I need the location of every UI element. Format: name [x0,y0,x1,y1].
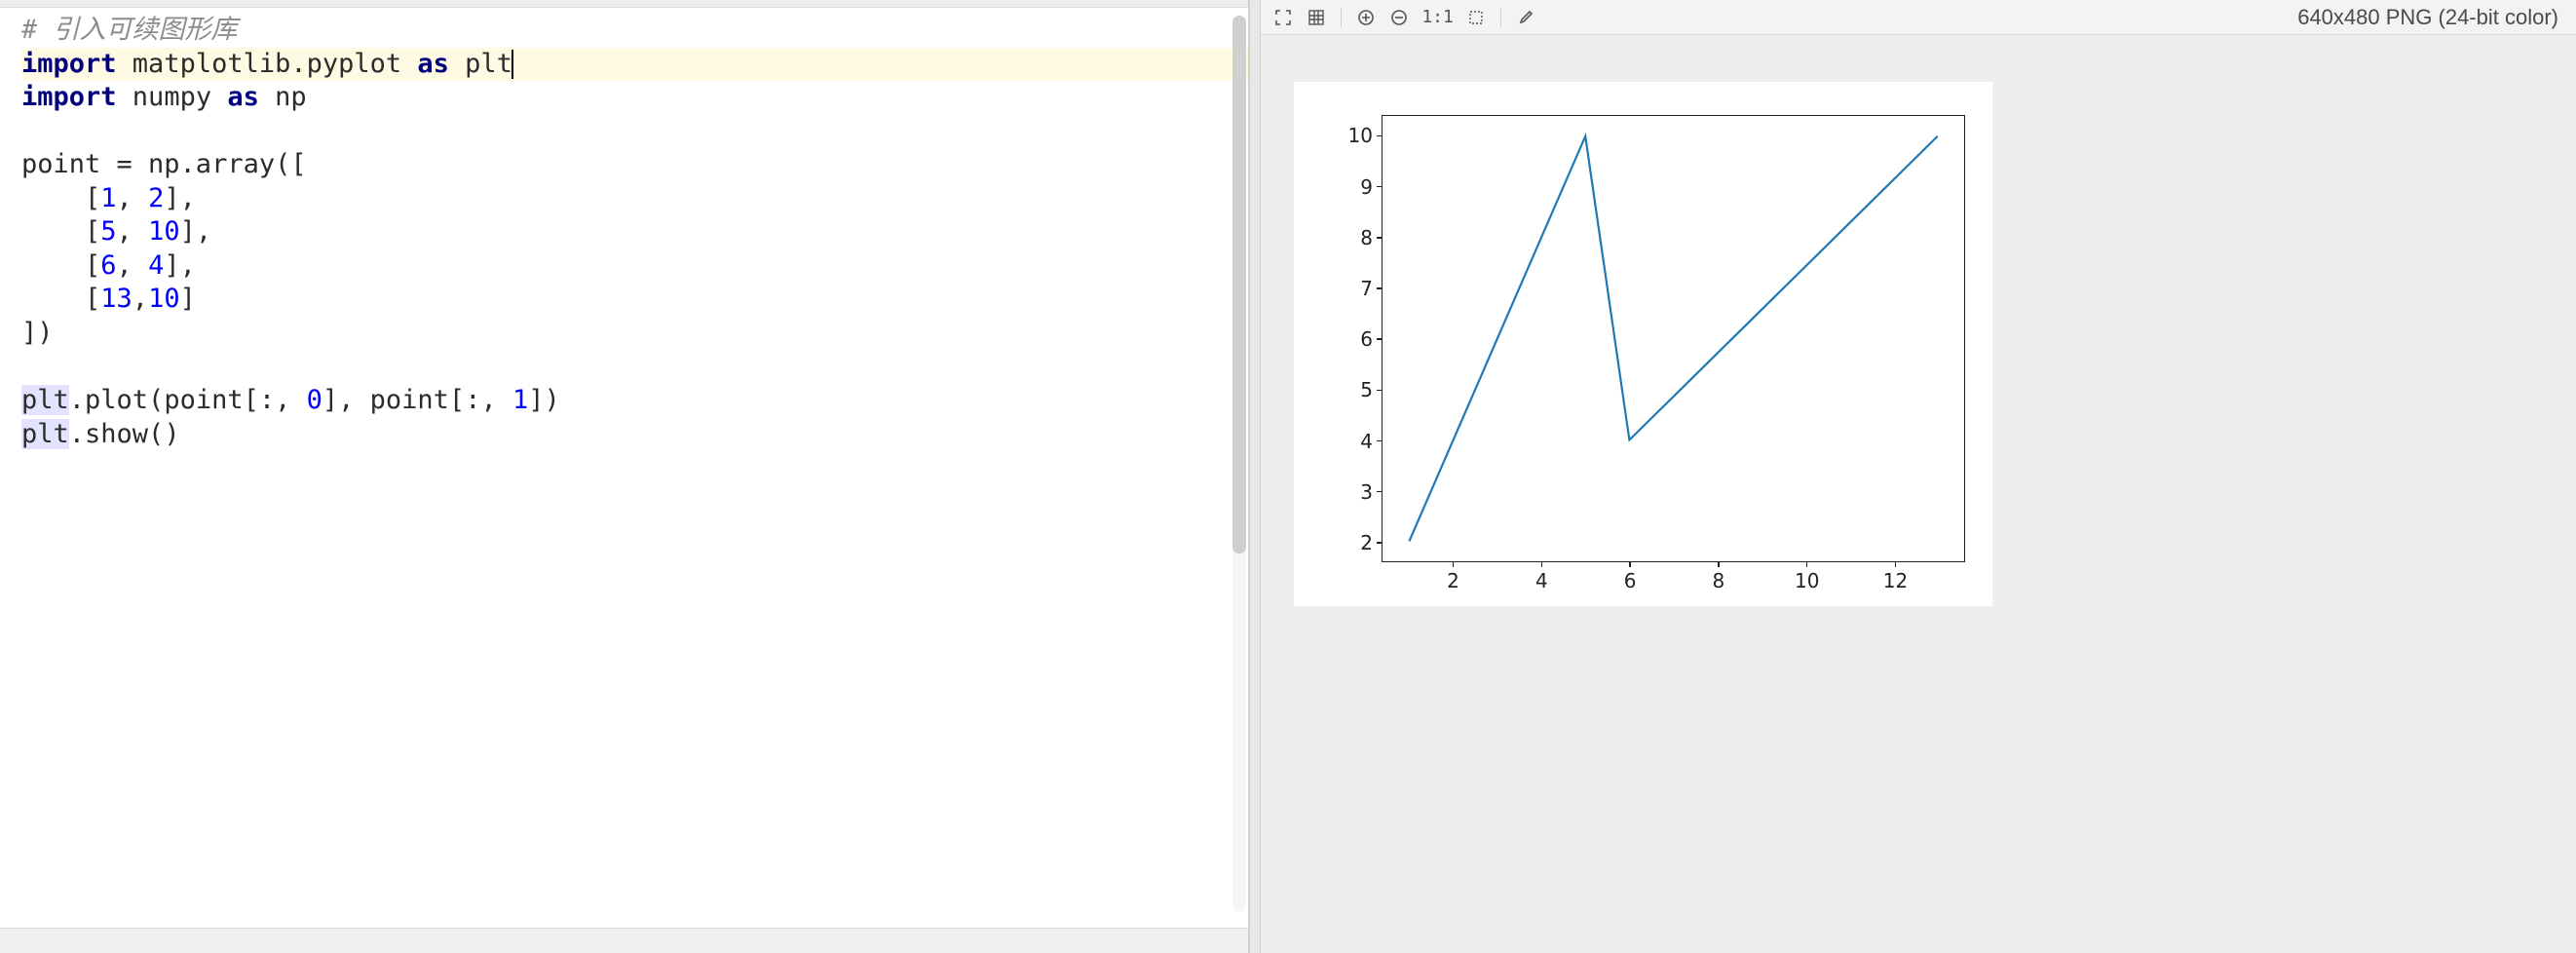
code-line[interactable]: [6, 4], [21,249,1248,284]
y-tick-label: 10 [1347,124,1372,147]
y-tick-label: 6 [1360,327,1373,351]
x-tick-label: 12 [1883,569,1908,592]
y-tick-label: 7 [1360,277,1373,300]
data-line [1409,135,1937,541]
x-tick-label: 6 [1624,569,1637,592]
editor-status-strip [0,928,1248,953]
image-viewer-pane: 1:1 640x480 PNG (24-bit color) 2 3 4 5 6 7 8 9 1… [1261,0,2576,953]
code-editor-pane: # 引入可续图形库import matplotlib.pyplot as plt… [0,0,1249,953]
image-info-label: 640x480 PNG (24-bit color) [2297,5,2566,30]
code-line[interactable]: [5, 10], [21,215,1248,249]
y-tick-label: 8 [1360,226,1373,249]
x-tick-label: 4 [1535,569,1548,592]
code-line[interactable]: [13,10] [21,283,1248,317]
toolbar-separator [1500,8,1501,27]
code-editor[interactable]: # 引入可续图形库import matplotlib.pyplot as plt… [0,8,1248,928]
code-line[interactable]: import matplotlib.pyplot as plt [21,48,1248,82]
scrollbar-thumb[interactable] [1232,16,1246,553]
x-tick-label: 2 [1447,569,1459,592]
selection-icon[interactable] [1463,5,1489,30]
toolbar-separator [1341,8,1342,27]
zoom-out-icon[interactable] [1386,5,1412,30]
code-line[interactable]: plt.plot(point[:, 0], point[:, 1]) [21,384,1248,418]
zoom-in-icon[interactable] [1353,5,1379,30]
y-tick-label: 9 [1360,175,1373,199]
viewer-toolbar: 1:1 640x480 PNG (24-bit color) [1261,0,2576,35]
plot-axes-box: 234567891024681012 [1382,115,1965,562]
editor-gutter [0,8,21,928]
line-plot [1383,116,1964,561]
pane-splitter[interactable] [1249,0,1261,953]
fit-screen-icon[interactable] [1270,5,1296,30]
y-tick-label: 3 [1360,480,1373,504]
zoom-ratio-label[interactable]: 1:1 [1420,7,1456,27]
y-tick-label: 2 [1360,531,1373,554]
editor-tab-strip [0,0,1248,8]
grid-icon[interactable] [1304,5,1329,30]
code-line[interactable] [21,115,1248,149]
code-line[interactable]: [1, 2], [21,182,1248,216]
y-tick-label: 5 [1360,378,1373,401]
code-line[interactable]: plt.show() [21,418,1248,452]
code-line[interactable]: # 引入可续图形库 [21,14,1248,48]
viewer-canvas[interactable]: 2 3 4 5 6 7 8 9 10 2 4 6 8 10 12 [1261,35,2576,953]
code-line[interactable]: point = np.array([ [21,148,1248,182]
code-line[interactable]: ]) [21,317,1248,351]
text-cursor [511,50,513,79]
y-tick-label: 4 [1360,430,1373,453]
x-tick-label: 10 [1795,569,1819,592]
editor-scrollbar[interactable] [1232,16,1246,912]
code-line[interactable]: import numpy as np [21,81,1248,115]
code-line[interactable] [21,350,1248,384]
matplotlib-figure: 2 3 4 5 6 7 8 9 10 2 4 6 8 10 12 [1294,82,1992,606]
color-picker-icon[interactable] [1513,5,1538,30]
x-tick-label: 8 [1713,569,1725,592]
